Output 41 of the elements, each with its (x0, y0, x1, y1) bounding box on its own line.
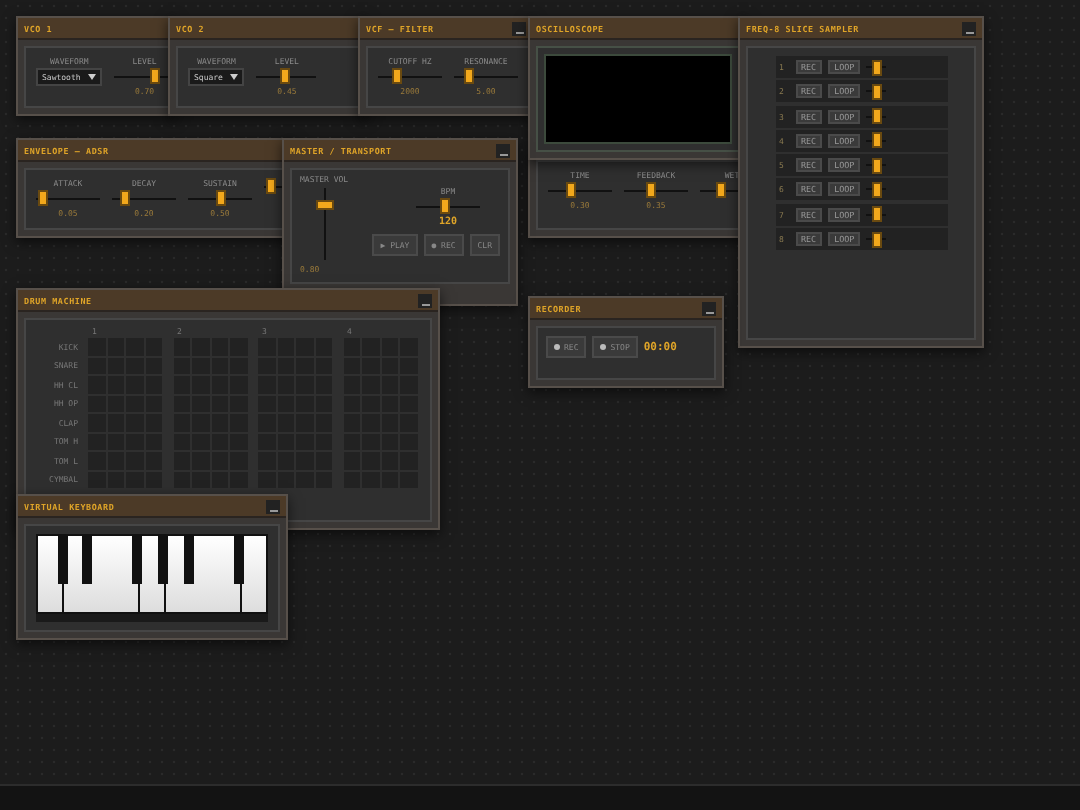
caret-icon (230, 74, 239, 80)
minimize-button[interactable] (418, 293, 432, 307)
slider[interactable] (866, 59, 887, 75)
slider[interactable] (866, 206, 887, 223)
slider-thumb[interactable] (440, 198, 451, 214)
slider-thumb[interactable] (871, 83, 882, 100)
minimize-button[interactable] (702, 301, 716, 315)
slider-thumb[interactable] (871, 206, 882, 223)
dot-icon (600, 344, 607, 350)
slider-thumb[interactable] (871, 132, 882, 149)
slider-thumb[interactable] (566, 182, 577, 198)
caret-icon (88, 74, 97, 80)
slider-thumb[interactable] (316, 200, 334, 211)
slider-thumb[interactable] (871, 59, 882, 75)
slider[interactable] (866, 157, 887, 174)
slider[interactable] (264, 178, 284, 194)
slider[interactable] (866, 83, 887, 100)
slider-thumb[interactable] (215, 190, 225, 206)
slider-thumb[interactable] (871, 157, 882, 174)
slider[interactable] (866, 231, 887, 248)
slider-thumb[interactable] (120, 190, 131, 206)
slider-thumb[interactable] (279, 68, 290, 84)
slider-thumb[interactable] (464, 68, 475, 84)
slider-thumb[interactable] (716, 182, 727, 198)
minimize-button[interactable] (266, 499, 280, 513)
slider-thumb[interactable] (645, 182, 656, 198)
dot-icon (554, 344, 560, 350)
slider[interactable] (866, 108, 887, 125)
slider-thumb[interactable] (871, 108, 882, 125)
slider-thumb[interactable] (265, 178, 275, 194)
slider-thumb[interactable] (391, 68, 402, 84)
slider-thumb[interactable] (871, 231, 882, 248)
slider-thumb[interactable] (871, 181, 882, 198)
minimize-button[interactable] (962, 21, 976, 35)
minimize-button[interactable] (496, 143, 510, 157)
slider[interactable] (866, 132, 887, 149)
slider-thumb[interactable] (149, 68, 160, 84)
slider-thumb[interactable] (38, 190, 49, 206)
minimize-button[interactable] (512, 21, 526, 35)
keyboard-drawing[interactable] (36, 534, 268, 614)
slider[interactable] (866, 181, 887, 198)
